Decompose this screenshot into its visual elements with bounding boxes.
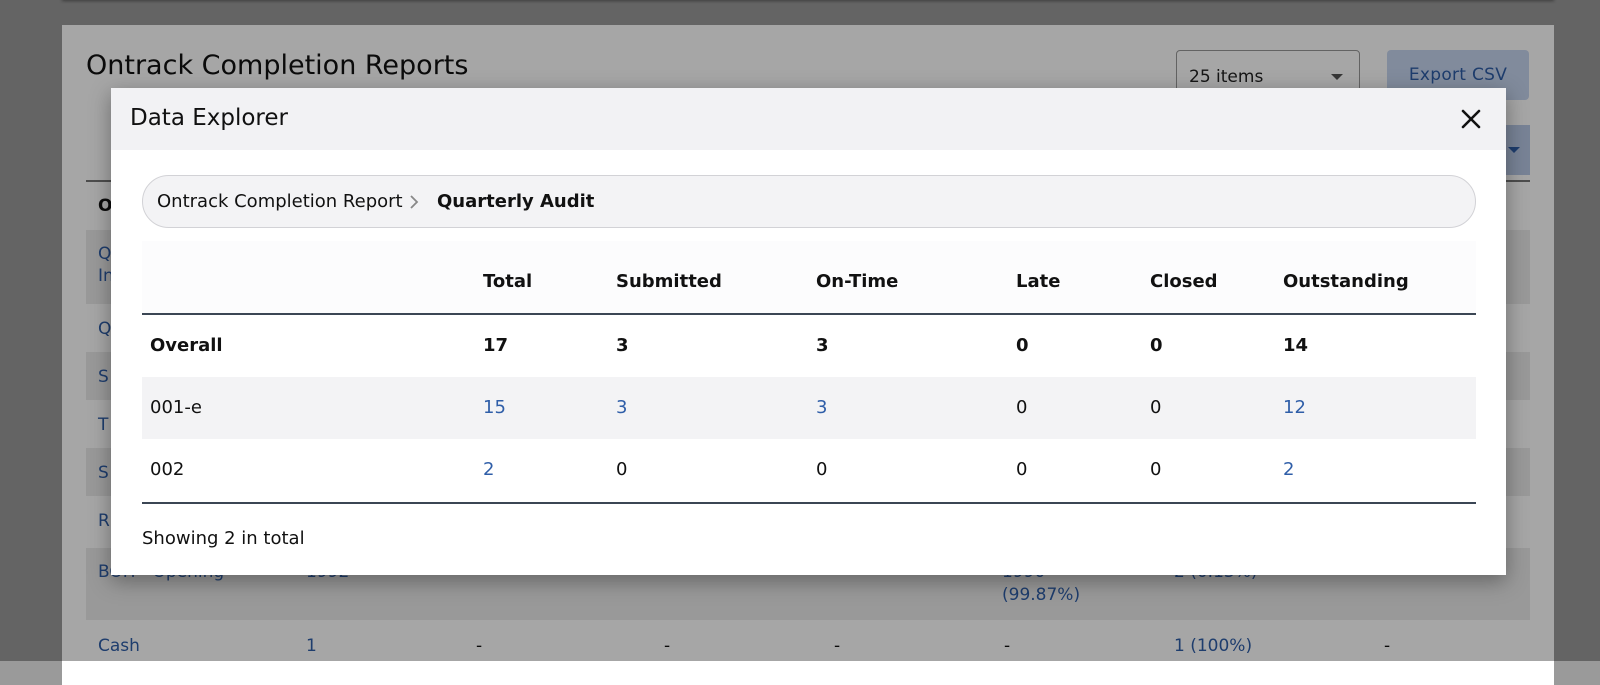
cell-closed: 0 bbox=[1150, 397, 1162, 418]
table-row: 001-e 15 3 3 0 0 12 bbox=[142, 377, 1476, 439]
cell-submitted: 3 bbox=[616, 335, 629, 356]
col-late: Late bbox=[1016, 271, 1061, 292]
cell-total-link[interactable]: 2 bbox=[483, 459, 494, 480]
modal-title: Data Explorer bbox=[130, 105, 288, 131]
cell-outstanding-link[interactable]: 2 bbox=[1283, 459, 1294, 480]
cell-late: 0 bbox=[1016, 459, 1028, 480]
col-on-time: On-Time bbox=[816, 271, 899, 292]
cell-closed: 0 bbox=[1150, 335, 1163, 356]
cell-submitted: 0 bbox=[616, 459, 628, 480]
cell-submitted-link[interactable]: 3 bbox=[616, 397, 627, 418]
cell-on-time-link[interactable]: 3 bbox=[816, 397, 827, 418]
col-outstanding: Outstanding bbox=[1283, 271, 1409, 292]
close-icon[interactable] bbox=[1458, 106, 1484, 132]
breadcrumb: Ontrack Completion Report Quarterly Audi… bbox=[142, 175, 1476, 228]
row-label: 001-e bbox=[150, 397, 202, 418]
col-closed: Closed bbox=[1150, 271, 1218, 292]
table-bottom-rule bbox=[142, 502, 1476, 504]
table-footer-count: Showing 2 in total bbox=[142, 528, 305, 549]
cell-total: 17 bbox=[483, 335, 509, 356]
row-label: Overall bbox=[150, 335, 223, 356]
chevron-right-icon bbox=[410, 195, 419, 209]
col-submitted: Submitted bbox=[616, 271, 722, 292]
data-explorer-modal: Data Explorer Ontrack Completion Report … bbox=[111, 88, 1506, 575]
modal-header: Data Explorer bbox=[111, 88, 1506, 150]
cell-total-link[interactable]: 15 bbox=[483, 397, 506, 418]
breadcrumb-current: Quarterly Audit bbox=[437, 191, 595, 212]
cell-closed: 0 bbox=[1150, 459, 1162, 480]
cell-outstanding-link[interactable]: 12 bbox=[1283, 397, 1306, 418]
table-row: 002 2 0 0 0 0 2 bbox=[142, 439, 1476, 501]
col-total: Total bbox=[483, 271, 533, 292]
cell-on-time: 3 bbox=[816, 335, 829, 356]
cell-outstanding: 14 bbox=[1283, 335, 1309, 356]
row-label: 002 bbox=[150, 459, 185, 480]
breadcrumb-parent[interactable]: Ontrack Completion Report bbox=[157, 191, 403, 212]
table-header: Total Submitted On-Time Late Closed Outs… bbox=[142, 241, 1476, 315]
table-row-overall: Overall 17 3 3 0 0 14 bbox=[142, 315, 1476, 377]
cell-on-time: 0 bbox=[816, 459, 828, 480]
cell-late: 0 bbox=[1016, 397, 1028, 418]
cell-late: 0 bbox=[1016, 335, 1029, 356]
